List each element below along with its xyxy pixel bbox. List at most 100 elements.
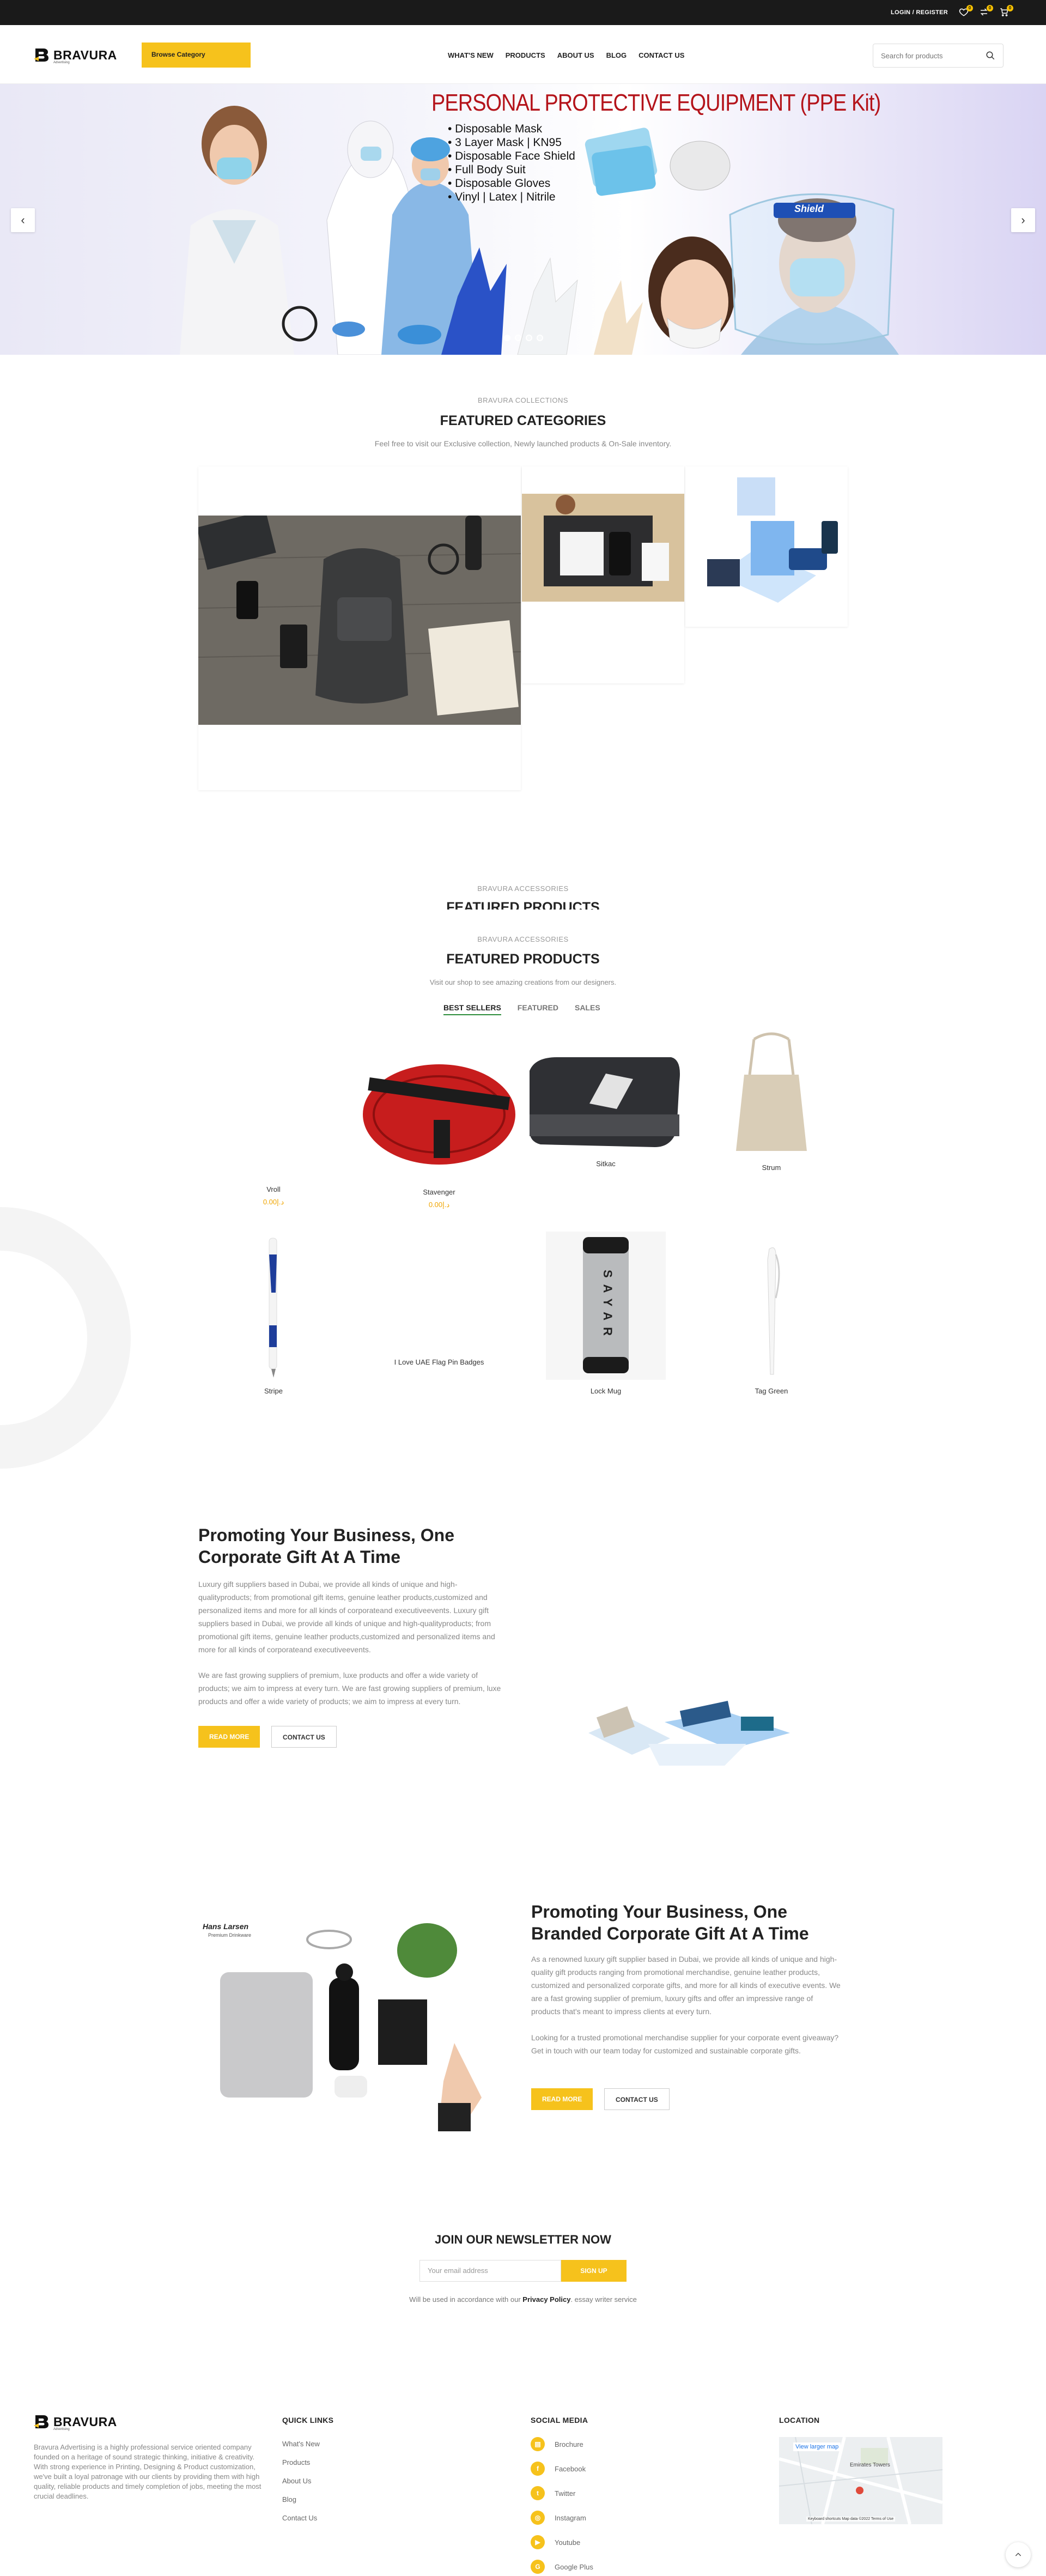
location-title: LOCATION	[779, 2416, 820, 2425]
social-media-title: SOCIAL MEDIA	[531, 2416, 588, 2425]
social-label: Brochure	[555, 2440, 583, 2448]
product-card[interactable]: Tag Green	[690, 1238, 853, 1395]
facebook-icon: f	[531, 2462, 545, 2476]
slider-dot[interactable]	[504, 335, 510, 341]
hero-title: PERSONAL PROTECTIVE EQUIPMENT (PPE Kit)	[431, 89, 881, 116]
map-place-label: Emirates Towers	[850, 2462, 890, 2468]
promo2-read-more-button[interactable]: READ MORE	[531, 2088, 593, 2110]
face-shield-label: Shield	[794, 203, 824, 214]
product-card[interactable]: Stavenger د.إ0.00	[357, 1038, 521, 1209]
search-icon[interactable]	[986, 51, 995, 60]
product-name[interactable]: Vroll	[192, 1185, 355, 1193]
product-card[interactable]: Vroll د.إ0.00	[192, 1185, 355, 1207]
logo-mark-icon	[34, 49, 48, 62]
product-card[interactable]: Stripe	[192, 1233, 355, 1395]
map-view-larger-link[interactable]: View larger map	[793, 2442, 841, 2451]
youtube-icon: ▶	[531, 2535, 545, 2549]
category-card-bags[interactable]	[198, 466, 521, 790]
nav-products[interactable]: PRODUCTS	[506, 51, 545, 59]
social-facebook[interactable]: f Facebook	[531, 2462, 586, 2476]
category-card-tech[interactable]	[685, 466, 848, 627]
social-twitter[interactable]: t Twitter	[531, 2486, 575, 2500]
promo2-contact-button[interactable]: CONTACT US	[604, 2088, 670, 2110]
login-register-link[interactable]: LOGIN / REGISTER	[891, 9, 948, 16]
social-label: Google Plus	[555, 2562, 593, 2571]
site-header: BRAVURA Advertising Browse Category WHAT…	[0, 25, 1046, 84]
promo2-brand-label: Hans Larsen	[203, 1922, 249, 1931]
product-name[interactable]: Lock Mug	[524, 1387, 688, 1395]
tab-featured[interactable]: FEATURED	[518, 1003, 558, 1015]
social-label: Youtube	[555, 2538, 581, 2547]
social-label: Instagram	[555, 2513, 586, 2522]
social-brochure[interactable]: ▤ Brochure	[531, 2437, 583, 2451]
product-image	[269, 1238, 277, 1378]
cart-count: 0	[1007, 5, 1013, 11]
logo-mark-icon	[34, 2415, 48, 2428]
wishlist-icon[interactable]: 0	[959, 5, 973, 18]
category-image	[685, 466, 848, 627]
quick-links-title: QUICK LINKS	[282, 2416, 334, 2425]
footer-logo-text: BRAVURA	[53, 2414, 117, 2429]
nav-contact-us[interactable]: CONTACT US	[638, 51, 684, 59]
hero-item: • Disposable Gloves	[448, 177, 551, 190]
promo1-title: Promoting Your Business, One Corporate G…	[198, 1525, 454, 1567]
product-card[interactable]: Sitkac	[524, 1049, 688, 1168]
nav-whats-new[interactable]: WHAT'S NEW	[448, 51, 494, 59]
category-card-stationery[interactable]	[522, 466, 684, 683]
product-name[interactable]: Stripe	[192, 1387, 355, 1395]
promo1-image	[588, 1700, 790, 1766]
footer-link-contact-us[interactable]: Contact Us	[282, 2514, 317, 2522]
decorative-ring	[0, 1207, 131, 1469]
social-instagram[interactable]: ◎ Instagram	[531, 2511, 586, 2525]
product-name[interactable]: Tag Green	[690, 1387, 853, 1395]
compare-icon[interactable]: 0	[979, 5, 993, 18]
slider-next-button[interactable]: ›	[1011, 208, 1035, 232]
newsletter-email-input[interactable]: Your email address	[419, 2260, 561, 2282]
main-nav: WHAT'S NEW PRODUCTS ABOUT US BLOG CONTAC…	[448, 51, 684, 59]
tab-sales[interactable]: SALES	[575, 1003, 600, 1015]
social-google-plus[interactable]: G Google Plus	[531, 2560, 593, 2574]
logo-subtitle: Advertising	[53, 61, 70, 64]
product-image	[736, 1032, 807, 1151]
product-name[interactable]: Stavenger	[357, 1188, 521, 1196]
hero-item: • 3 Layer Mask | KN95	[448, 136, 562, 149]
privacy-policy-link[interactable]: Privacy Policy	[522, 2295, 570, 2304]
nav-about-us[interactable]: ABOUT US	[557, 51, 594, 59]
instagram-icon: ◎	[531, 2511, 545, 2525]
social-youtube[interactable]: ▶ Youtube	[531, 2535, 580, 2549]
browse-category-button[interactable]: Browse Category	[142, 43, 251, 68]
product-card[interactable]: I Love UAE Flag Pin Badges	[357, 1358, 521, 1366]
search-input[interactable]	[873, 44, 977, 67]
footer-link-products[interactable]: Products	[282, 2458, 310, 2466]
promo2-brand-sub: Premium Drinkware	[208, 1932, 252, 1938]
slider-prev-button[interactable]: ‹	[11, 208, 35, 232]
site-logo[interactable]: BRAVURA Advertising	[34, 46, 117, 64]
product-name[interactable]: Strum	[690, 1163, 853, 1172]
hero-item: • Disposable Face Shield	[448, 150, 575, 162]
product-name[interactable]: I Love UAE Flag Pin Badges	[357, 1358, 521, 1366]
footer-logo[interactable]: BRAVURA Advertising	[34, 2413, 117, 2431]
footer-link-blog[interactable]: Blog	[282, 2495, 296, 2504]
cart-icon[interactable]: 0	[999, 5, 1013, 18]
hero-item-list: • Disposable Mask • 3 Layer Mask | KN95 …	[448, 122, 575, 204]
newsletter-signup-button[interactable]: SIGN UP	[561, 2260, 627, 2282]
slider-dot[interactable]	[526, 335, 532, 341]
twitter-icon: t	[531, 2486, 545, 2500]
promo1-contact-button[interactable]: CONTACT US	[271, 1726, 337, 1748]
location-map[interactable]: View larger map Emirates Towers Keyboard…	[779, 2437, 942, 2524]
product-card[interactable]: SAYAR Lock Mug	[524, 1232, 688, 1395]
product-card[interactable]: Strum	[690, 1031, 853, 1172]
back-to-top-button[interactable]	[1006, 2542, 1031, 2567]
products-title: FEATURED PRODUCTS	[446, 951, 600, 967]
promo1-read-more-button[interactable]: READ MORE	[198, 1726, 260, 1748]
slider-dot[interactable]	[537, 335, 543, 341]
slider-dot[interactable]	[515, 335, 521, 341]
footer-link-about-us[interactable]: About Us	[282, 2477, 311, 2485]
products-subtitle: BRAVURA ACCESSORIES	[477, 935, 569, 943]
footer-link-whats-new[interactable]: What's New	[282, 2440, 320, 2448]
newsletter-note: Will be used in accordance with our Priv…	[0, 2295, 1046, 2304]
newsletter-note-suffix: . essay writer service	[570, 2295, 637, 2304]
product-name[interactable]: Sitkac	[524, 1160, 688, 1168]
tab-best-sellers[interactable]: BEST SELLERS	[443, 1003, 501, 1015]
nav-blog[interactable]: BLOG	[606, 51, 627, 59]
